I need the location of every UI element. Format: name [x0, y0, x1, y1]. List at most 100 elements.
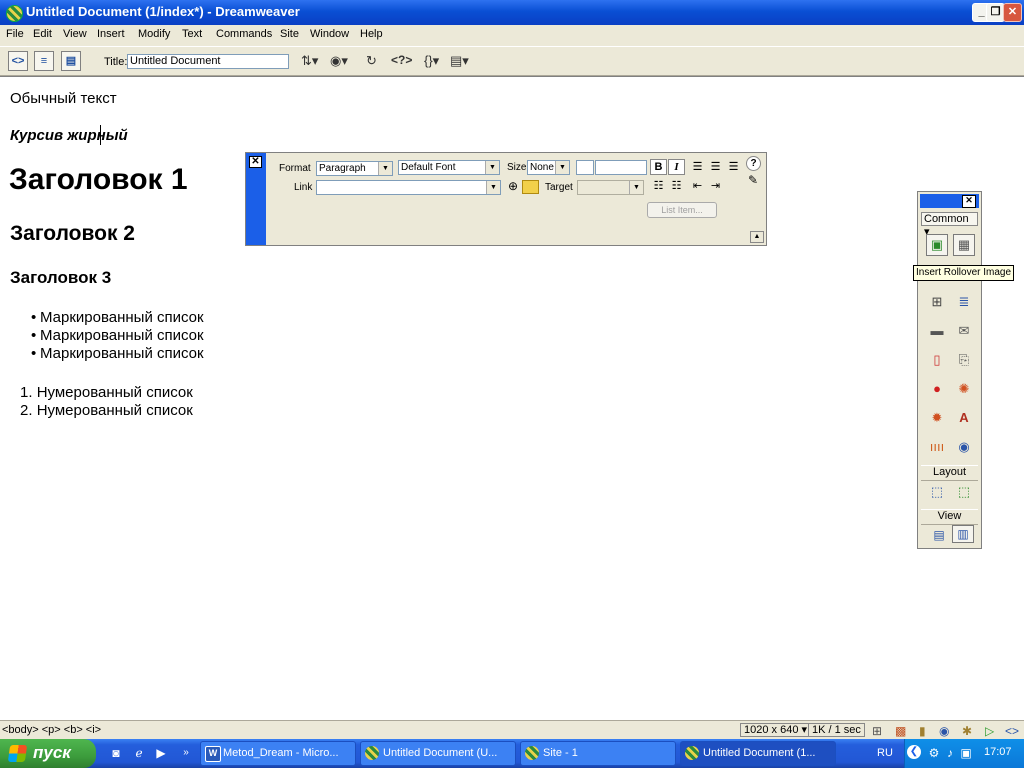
- link-input[interactable]: ▼: [316, 180, 501, 195]
- insert-horizontal-rule-icon[interactable]: ▬: [926, 321, 948, 343]
- insert-email-link-icon[interactable]: ✉: [953, 321, 975, 343]
- split-view-icon[interactable]: ≡: [34, 51, 54, 71]
- bullet-list-item: Маркированный список: [31, 327, 204, 344]
- chevron-down-icon: ▼: [485, 161, 499, 174]
- numbered-list-item: 2. Нумерованный список: [20, 402, 193, 419]
- draw-layer-icon[interactable]: ⬚: [926, 482, 948, 504]
- start-button[interactable]: пуск: [0, 739, 96, 768]
- insert-shockwave-icon[interactable]: ✹: [926, 408, 948, 430]
- taskbar-item-word[interactable]: W Metod_Dream - Micro...: [200, 741, 356, 766]
- menu-site[interactable]: Site: [280, 28, 299, 40]
- align-right-icon[interactable]: ☰: [725, 159, 742, 175]
- format-select[interactable]: Paragraph ▼: [316, 161, 393, 176]
- view-options-icon[interactable]: ▤▾: [450, 53, 469, 69]
- text-color-picker[interactable]: [576, 160, 594, 175]
- taskbar-item-dreamweaver-1[interactable]: Untitled Document (U...: [360, 741, 516, 766]
- quick-launch-expand-icon[interactable]: »: [178, 745, 194, 761]
- menu-insert[interactable]: Insert: [97, 28, 125, 40]
- show-desktop-icon[interactable]: ◙: [108, 745, 124, 761]
- dreamweaver-app-icon[interactable]: [6, 5, 23, 22]
- preview-browser-icon[interactable]: ◉▾: [330, 53, 348, 69]
- insert-rollover-image-icon[interactable]: ▦: [953, 234, 975, 256]
- insert-category-select[interactable]: Common ▾: [921, 212, 978, 238]
- folder-icon[interactable]: [522, 180, 539, 194]
- design-view-icon[interactable]: ▤: [61, 51, 81, 71]
- code-view-icon[interactable]: <>: [8, 51, 28, 71]
- layout-section-header: Layout: [921, 465, 978, 481]
- indent-icon[interactable]: ⇥: [707, 178, 724, 194]
- insert-flash-button-icon[interactable]: ✺: [953, 379, 975, 401]
- internet-explorer-icon[interactable]: ℯ: [131, 745, 147, 761]
- menu-commands[interactable]: Commands: [216, 28, 272, 40]
- layout-view-icon[interactable]: ▥: [952, 525, 974, 543]
- tray-expand-icon[interactable]: ❮: [907, 745, 921, 759]
- menu-window[interactable]: Window: [310, 28, 349, 40]
- history-icon[interactable]: ✱: [962, 724, 972, 738]
- volume-icon[interactable]: ♪: [942, 745, 958, 761]
- point-to-file-icon[interactable]: ⊕: [508, 179, 518, 193]
- target-select[interactable]: ▼: [577, 180, 644, 195]
- refresh-icon[interactable]: ↻: [366, 53, 377, 69]
- menu-view[interactable]: View: [63, 28, 87, 40]
- taskbar-item-site[interactable]: Site - 1: [520, 741, 676, 766]
- insert-panel-close-icon[interactable]: ✕: [962, 195, 976, 208]
- insert-fireworks-html-icon[interactable]: ⎘: [953, 350, 975, 372]
- insert-flash-icon[interactable]: ●: [926, 379, 948, 401]
- insert-panel-titlebar[interactable]: ✕: [920, 194, 979, 208]
- unordered-list-icon[interactable]: ☷: [650, 178, 667, 194]
- text-color-input[interactable]: [595, 160, 647, 175]
- properties-close-icon[interactable]: ✕: [249, 156, 262, 168]
- window-size-select[interactable]: 1020 x 640 ▾: [740, 723, 812, 737]
- insert-flash-text-icon[interactable]: A: [953, 408, 975, 430]
- insert-date-icon[interactable]: ▯: [926, 350, 948, 372]
- italic-button[interactable]: I: [668, 159, 685, 175]
- insert-navigation-bar-icon[interactable]: ◉: [953, 437, 975, 459]
- font-select[interactable]: Default Font ▼: [398, 160, 500, 175]
- align-left-icon[interactable]: ☰: [689, 159, 706, 175]
- size-select[interactable]: None ▼: [527, 160, 570, 175]
- site-map-icon[interactable]: ⊞: [872, 724, 882, 738]
- play-icon[interactable]: ▷: [985, 724, 994, 738]
- insert-panel: ✕ Common ▾ ▣ ▦ ⊞ ≣ ▬ ✉ ▯ ⎘ ● ✺ ✹ A ıııı …: [917, 191, 982, 549]
- menu-text[interactable]: Text: [182, 28, 202, 40]
- quick-tag-editor-icon[interactable]: ✎: [748, 173, 758, 187]
- standard-view-icon[interactable]: ▤: [928, 525, 950, 547]
- assets-icon[interactable]: ▩: [895, 724, 906, 738]
- menu-file[interactable]: File: [6, 28, 24, 40]
- menu-bar: File Edit View Insert Modify Text Comman…: [0, 25, 1024, 45]
- bullet-list-item: Маркированный список: [31, 345, 204, 362]
- ordered-list-icon[interactable]: ☷: [668, 178, 685, 194]
- code-inspector-icon[interactable]: <>: [1005, 724, 1019, 738]
- properties-panel-gripper[interactable]: ✕: [246, 153, 266, 245]
- insert-image-icon[interactable]: ▣: [926, 234, 948, 256]
- media-player-icon[interactable]: ▶: [153, 745, 169, 761]
- list-item-button[interactable]: List Item...: [647, 202, 717, 218]
- file-management-icon[interactable]: ⇅▾: [301, 53, 318, 69]
- heading-2: Заголовок 2: [10, 222, 135, 245]
- tag-selector[interactable]: <body> <p> <b> <i>: [2, 724, 101, 736]
- help-icon[interactable]: ?: [746, 156, 761, 171]
- document-title-input[interactable]: Untitled Document: [127, 54, 289, 69]
- behaviors-icon[interactable]: ◉: [939, 724, 949, 738]
- network-icon[interactable]: ⚙: [926, 745, 942, 761]
- windows-logo-icon: [7, 745, 28, 762]
- menu-edit[interactable]: Edit: [33, 28, 52, 40]
- taskbar-item-dreamweaver-2[interactable]: Untitled Document (1...: [680, 741, 836, 766]
- collapse-arrow-icon[interactable]: ▲: [750, 231, 764, 243]
- bold-button[interactable]: B: [650, 159, 667, 175]
- insert-tabular-data-icon[interactable]: ≣: [953, 292, 975, 314]
- menu-modify[interactable]: Modify: [138, 28, 170, 40]
- draw-layout-table-icon[interactable]: ⬚: [953, 482, 975, 504]
- insert-table-icon[interactable]: ⊞: [926, 292, 948, 314]
- security-icon[interactable]: ▣: [958, 745, 974, 761]
- reference-icon[interactable]: <?>: [391, 53, 412, 67]
- outdent-icon[interactable]: ⇤: [689, 178, 706, 194]
- align-center-icon[interactable]: ☰: [707, 159, 724, 175]
- code-navigation-icon[interactable]: {}▾: [424, 53, 439, 69]
- insert-generator-icon[interactable]: ıııı: [926, 437, 948, 459]
- language-indicator[interactable]: RU: [877, 747, 893, 759]
- clock[interactable]: 17:07: [984, 746, 1012, 758]
- close-button[interactable]: ✕: [1003, 3, 1022, 22]
- menu-help[interactable]: Help: [360, 28, 383, 40]
- html-styles-icon[interactable]: ▮: [919, 724, 926, 738]
